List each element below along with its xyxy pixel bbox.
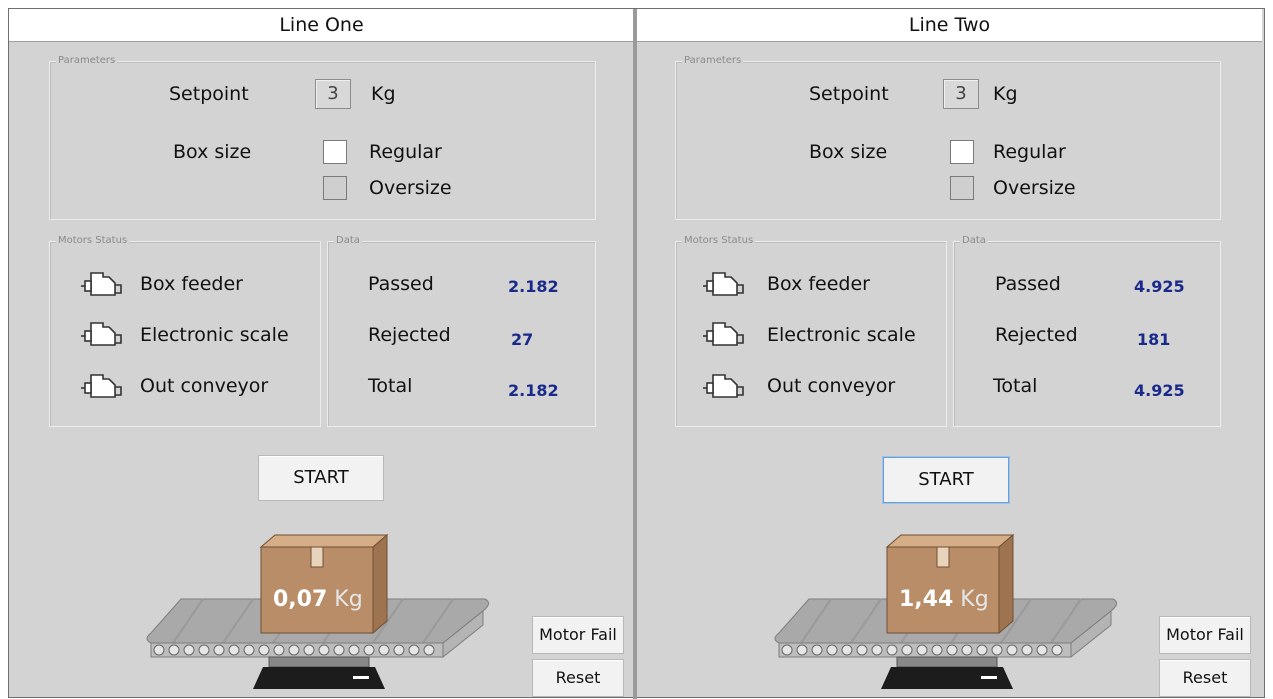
reset-button[interactable]: Reset (1159, 659, 1251, 697)
cardboard-box-icon (259, 533, 389, 635)
stat-value-total: 4.925 (1134, 381, 1185, 400)
motor-label-electronic-scale: Electronic scale (140, 324, 289, 346)
setpoint-input[interactable]: 3 (943, 79, 979, 109)
motor-label-out-conveyor: Out conveyor (140, 375, 269, 397)
stat-value-rejected: 181 (1137, 330, 1171, 349)
start-button[interactable]: START (258, 455, 384, 501)
motor-label-box-feeder: Box feeder (140, 273, 243, 295)
regular-checkbox[interactable] (950, 140, 974, 164)
line-two-title: Line Two (637, 9, 1262, 42)
motor-fail-button[interactable]: Motor Fail (532, 616, 624, 654)
stat-label-passed: Passed (995, 273, 1061, 295)
stat-label-rejected: Rejected (995, 324, 1078, 346)
boxsize-label: Box size (809, 141, 888, 163)
weight-unit: Kg (960, 587, 989, 612)
line-two-panel: Line Two Parameters Setpoint 3 Kg Box si… (637, 9, 1262, 697)
oversize-checkbox[interactable] (323, 176, 347, 200)
motor-icon (81, 374, 122, 398)
motor-label-electronic-scale: Electronic scale (767, 324, 916, 346)
cardboard-box-icon (885, 533, 1015, 635)
motors-status-group-label: Motors Status (56, 235, 130, 247)
data-group-label: Data (960, 235, 988, 247)
setpoint-label: Setpoint (809, 83, 889, 105)
motor-icon (81, 272, 122, 296)
hmi-window: Line One Parameters Setpoint 3 Kg Box si… (8, 8, 1265, 699)
stat-value-total: 2.182 (508, 381, 559, 400)
data-group-label: Data (334, 235, 362, 247)
motor-icon (703, 322, 744, 346)
stat-value-rejected: 27 (511, 330, 534, 349)
motor-icon (81, 322, 122, 346)
boxsize-label: Box size (173, 141, 252, 163)
setpoint-unit: Kg (371, 83, 396, 105)
motor-label-box-feeder: Box feeder (767, 273, 870, 295)
parameters-group-label: Parameters (56, 55, 118, 67)
line-one-panel: Line One Parameters Setpoint 3 Kg Box si… (9, 9, 634, 697)
stat-label-total: Total (993, 375, 1038, 397)
regular-label: Regular (993, 141, 1066, 163)
stat-label-total: Total (368, 375, 413, 397)
start-button[interactable]: START (883, 457, 1009, 503)
oversize-checkbox[interactable] (950, 176, 974, 200)
setpoint-input[interactable]: 3 (315, 79, 351, 109)
motor-fail-button[interactable]: Motor Fail (1159, 616, 1251, 654)
reset-button[interactable]: Reset (532, 659, 624, 697)
line-one-title: Line One (9, 9, 634, 42)
motors-status-group-label: Motors Status (682, 235, 756, 247)
regular-label: Regular (369, 141, 442, 163)
stat-label-rejected: Rejected (368, 324, 451, 346)
regular-checkbox[interactable] (323, 140, 347, 164)
stat-label-passed: Passed (368, 273, 434, 295)
setpoint-label: Setpoint (169, 83, 249, 105)
motor-label-out-conveyor: Out conveyor (767, 375, 896, 397)
stat-value-passed: 2.182 (508, 277, 559, 296)
oversize-label: Oversize (993, 177, 1076, 199)
setpoint-unit: Kg (993, 83, 1018, 105)
weight-value: 1,44 (899, 587, 954, 612)
weight-unit: Kg (334, 587, 363, 612)
motor-icon (703, 374, 744, 398)
oversize-label: Oversize (369, 177, 452, 199)
weight-readout: 0,07 Kg (273, 587, 363, 612)
weight-readout: 1,44 Kg (899, 587, 989, 612)
stat-value-passed: 4.925 (1134, 277, 1185, 296)
parameters-group-label: Parameters (682, 55, 744, 67)
weight-value: 0,07 (273, 587, 328, 612)
motor-icon (703, 272, 744, 296)
